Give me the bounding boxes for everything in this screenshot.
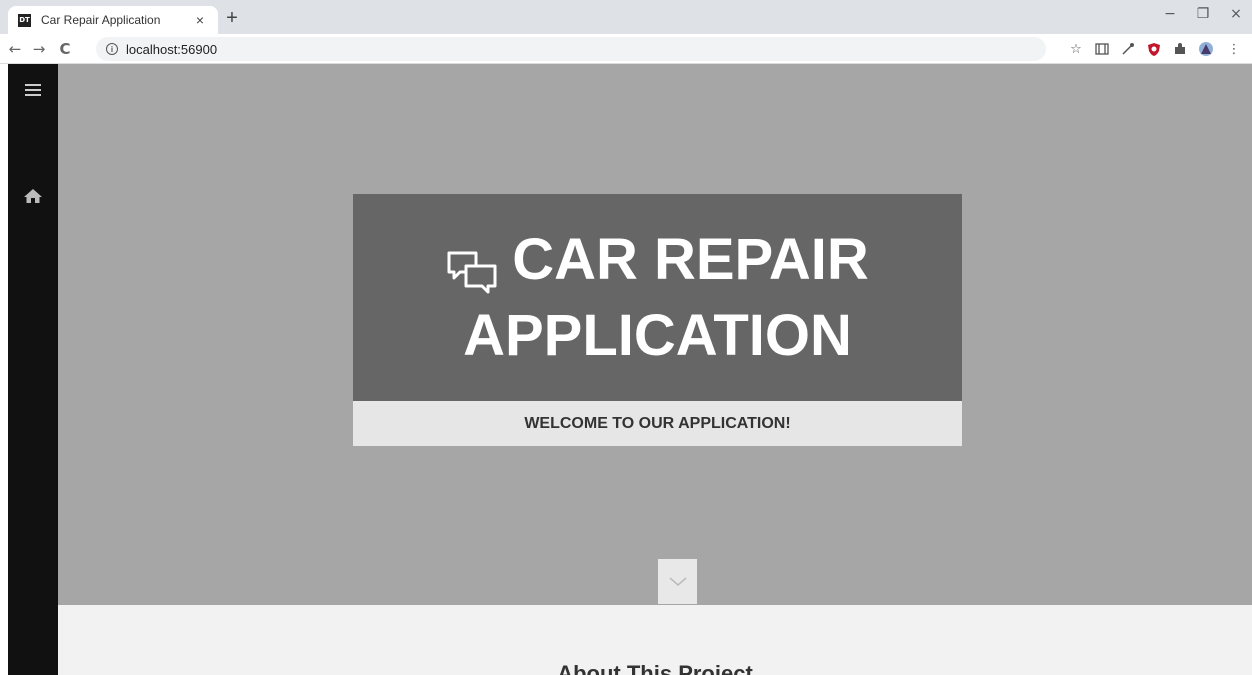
avatar-icon[interactable] [1198,41,1214,57]
hero-title-box: CAR REPAIR APPLICATION [353,194,962,401]
tab-title: Car Repair Application [41,13,161,27]
tab-close-icon[interactable]: × [192,12,208,28]
close-window-button[interactable]: × [1226,6,1246,22]
sidebar [8,64,58,675]
shield-icon[interactable] [1146,41,1162,57]
hero-section: CAR REPAIR APPLICATION WELCOME TO OUR AP… [58,64,1252,605]
welcome-banner: WELCOME TO OUR APPLICATION! [353,401,962,446]
title-line-1: CAR REPAIR [512,227,869,292]
eyedropper-icon[interactable] [1120,41,1136,57]
scroll-down-button[interactable] [658,559,697,604]
minimize-button[interactable]: − [1160,6,1180,22]
address-bar[interactable]: i localhost:56900 [96,37,1046,61]
page-title: CAR REPAIR APPLICATION [353,222,962,374]
cast-icon[interactable] [1094,41,1110,57]
new-tab-button[interactable]: + [222,8,242,28]
url-text: localhost:56900 [126,41,218,57]
home-icon[interactable] [23,188,43,204]
maximize-button[interactable]: ❐ [1193,6,1213,22]
chevron-down-icon [669,576,686,586]
browser-toolbar: ← → C i localhost:56900 ☆ ⋮ [0,34,1252,64]
browser-tab[interactable]: DT Car Repair Application × [8,6,218,34]
favicon-icon: DT [18,13,31,27]
reload-button[interactable]: C [56,40,74,58]
forward-button[interactable]: → [30,40,48,58]
browser-tab-bar: DT Car Repair Application × + − ❐ × [0,0,1252,34]
chat-bubbles-icon [446,237,498,294]
about-section: About This Project [58,605,1252,675]
title-line-2: APPLICATION [463,303,852,368]
star-icon[interactable]: ☆ [1068,41,1084,57]
about-title: About This Project [557,661,753,675]
back-button[interactable]: ← [6,40,24,58]
hamburger-icon[interactable] [25,84,41,96]
menu-icon[interactable]: ⋮ [1226,41,1242,57]
puzzle-icon[interactable] [1172,41,1188,57]
info-icon[interactable]: i [106,43,118,55]
